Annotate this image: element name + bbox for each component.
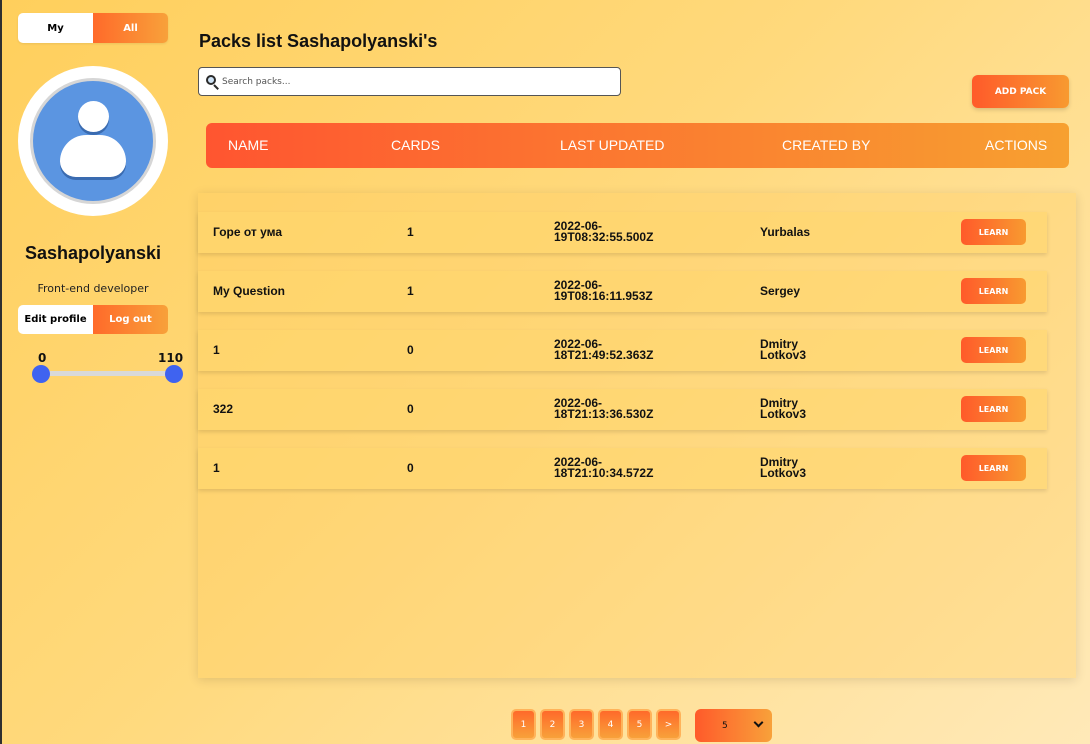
packs-table: Горе от ума 1 2022-06- 19T08:32:55.500Z Y… (198, 193, 1076, 678)
user-avatar-icon (30, 78, 156, 204)
add-pack-button[interactable]: ADD PACK (972, 75, 1069, 108)
page-button-5[interactable]: 5 (627, 709, 652, 740)
column-header-created-by[interactable]: CREATED BY (782, 123, 870, 168)
profile-role: Front-end developer (37, 282, 149, 295)
pack-name: Горе от ума (213, 225, 283, 239)
column-header-cards[interactable]: CARDS (391, 123, 440, 168)
pack-name: 1 (213, 343, 220, 357)
chevron-down-icon (753, 717, 764, 728)
table-header: NAME CARDS LAST UPDATED CREATED BY ACTIO… (206, 123, 1069, 168)
pack-last-updated: 2022-06- 18T21:13:36.530Z (554, 396, 654, 421)
column-header-last-updated[interactable]: LAST UPDATED (560, 123, 665, 168)
learn-button[interactable]: LEARN (961, 455, 1026, 481)
pack-created-by: Yurbalas (760, 225, 811, 239)
pack-last-updated: 2022-06- 18T21:10:34.572Z (554, 455, 654, 480)
page-button-3[interactable]: 3 (569, 709, 594, 740)
page-size-value: 5 (722, 720, 728, 731)
range-max-thumb[interactable] (165, 365, 183, 383)
cards-range-slider[interactable] (40, 371, 174, 376)
table-row: 322 0 2022-06- 18T21:13:36.530Z Dmitry Lot… (198, 389, 1047, 430)
next-page-button[interactable]: > (656, 709, 681, 740)
column-header-actions: ACTIONS (985, 137, 1048, 153)
pack-cards-count: 0 (407, 461, 414, 475)
page-button-2[interactable]: 2 (540, 709, 565, 740)
search-box (198, 67, 621, 96)
pack-created-by: Sergey (760, 284, 801, 298)
search-icon (205, 74, 219, 90)
pack-name: 1 (213, 461, 220, 475)
profile-actions: Edit profile Log out (18, 305, 168, 334)
pack-name: My Question (213, 284, 286, 298)
pack-cards-count: 1 (407, 284, 414, 298)
pack-last-updated: 2022-06- 19T08:32:55.500Z (554, 219, 654, 244)
table-row: My Question 1 2022-06- 19T08:16:11.953Z S… (198, 271, 1047, 312)
my-all-toggle: My All (18, 13, 168, 43)
toggle-all-button[interactable]: All (93, 13, 168, 43)
pack-last-updated: 2022-06- 18T21:49:52.363Z (554, 337, 654, 362)
page-button-1[interactable]: 1 (511, 709, 536, 740)
pack-created-by: Dmitry Lotkov3 (760, 337, 807, 362)
pack-last-updated: 2022-06- 19T08:16:11.953Z (554, 278, 653, 303)
logout-button[interactable]: Log out (93, 305, 168, 334)
avatar (18, 66, 168, 216)
pack-cards-count: 0 (407, 402, 414, 416)
toggle-my-button[interactable]: My (18, 13, 93, 43)
table-row: Горе от ума 1 2022-06- 19T08:32:55.500Z Y… (198, 212, 1047, 253)
pack-cards-count: 1 (407, 225, 414, 239)
learn-button[interactable]: LEARN (961, 278, 1026, 304)
profile-username: Sashapolyanski (24, 243, 162, 263)
range-min-value: 0 (38, 351, 47, 365)
pack-name: 322 (213, 402, 234, 416)
column-header-name[interactable]: NAME (228, 123, 268, 168)
learn-button[interactable]: LEARN (961, 396, 1026, 422)
page-size-select[interactable]: 5 (695, 709, 772, 742)
edit-profile-button[interactable]: Edit profile (18, 305, 93, 334)
window-border (0, 0, 2, 744)
pack-created-by: Dmitry Lotkov3 (760, 396, 807, 421)
learn-button[interactable]: LEARN (961, 219, 1026, 245)
search-input[interactable] (222, 76, 602, 87)
table-row: 1 0 2022-06- 18T21:49:52.363Z Dmitry Lotko… (198, 330, 1047, 371)
range-min-thumb[interactable] (32, 365, 50, 383)
pagination: 1 2 3 4 5 > (511, 709, 681, 740)
page-title: Packs list Sashapolyanski's (199, 31, 438, 51)
page-button-4[interactable]: 4 (598, 709, 623, 740)
learn-button[interactable]: LEARN (961, 337, 1026, 363)
range-max-value: 110 (158, 351, 184, 365)
table-row: 1 0 2022-06- 18T21:10:34.572Z Dmitry Lotko… (198, 448, 1047, 489)
pack-cards-count: 0 (407, 343, 414, 357)
pack-created-by: Dmitry Lotkov3 (760, 455, 807, 480)
